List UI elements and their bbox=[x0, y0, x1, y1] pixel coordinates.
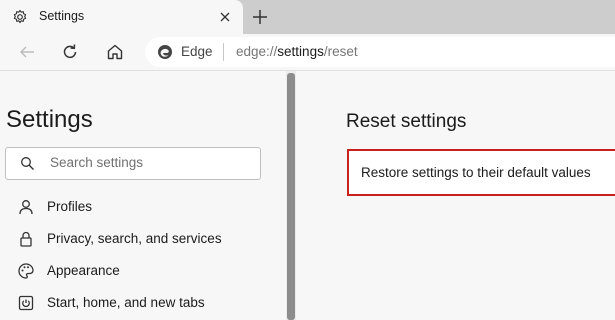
restore-defaults-option[interactable]: Restore settings to their default values bbox=[347, 149, 615, 196]
search-input[interactable] bbox=[50, 155, 250, 170]
settings-sidebar: Settings Profiles Privacy, search, and s… bbox=[0, 71, 286, 320]
address-separator bbox=[223, 43, 224, 61]
sidebar-item-appearance[interactable]: Appearance bbox=[17, 261, 277, 281]
sidebar-title: Settings bbox=[6, 106, 93, 133]
sidebar-item-label: Start, home, and new tabs bbox=[47, 295, 205, 310]
address-bar[interactable]: Edge edge://settings/reset bbox=[145, 37, 615, 67]
gear-icon bbox=[13, 9, 27, 24]
sidebar-item-privacy[interactable]: Privacy, search, and services bbox=[17, 229, 277, 249]
sidebar-item-label: Appearance bbox=[47, 263, 120, 278]
home-icon[interactable] bbox=[104, 41, 126, 63]
close-icon[interactable] bbox=[218, 10, 232, 24]
power-icon bbox=[18, 295, 34, 311]
tab-title: Settings bbox=[39, 9, 85, 23]
sidebar-item-profiles[interactable]: Profiles bbox=[17, 197, 277, 217]
edge-logo-icon bbox=[158, 45, 172, 59]
new-tab-button[interactable] bbox=[250, 7, 270, 27]
search-box[interactable] bbox=[5, 147, 261, 180]
sidebar-item-label: Profiles bbox=[47, 199, 93, 214]
url-text: edge://settings/reset bbox=[236, 44, 358, 59]
lock-icon bbox=[20, 231, 32, 247]
tab-settings[interactable]: Settings bbox=[0, 0, 243, 34]
site-identity-label: Edge bbox=[181, 44, 213, 59]
refresh-icon[interactable] bbox=[59, 41, 81, 63]
sidebar-item-label: Privacy, search, and services bbox=[47, 231, 222, 246]
sidebar-scrollbar[interactable] bbox=[286, 71, 296, 320]
sidebar-item-start-home[interactable]: Start, home, and new tabs bbox=[17, 293, 277, 313]
page-title: Reset settings bbox=[346, 111, 467, 132]
back-arrow-icon[interactable] bbox=[16, 41, 38, 63]
palette-icon bbox=[18, 263, 34, 279]
search-icon bbox=[21, 157, 34, 170]
profile-icon bbox=[19, 200, 33, 215]
main-content: Reset settings Restore settings to their… bbox=[296, 71, 615, 320]
restore-defaults-label: Restore settings to their default values bbox=[361, 165, 591, 180]
scrollbar-thumb[interactable] bbox=[287, 73, 295, 320]
browser-toolbar: Edge edge://settings/reset bbox=[0, 34, 615, 70]
tab-strip: Settings bbox=[0, 0, 615, 34]
